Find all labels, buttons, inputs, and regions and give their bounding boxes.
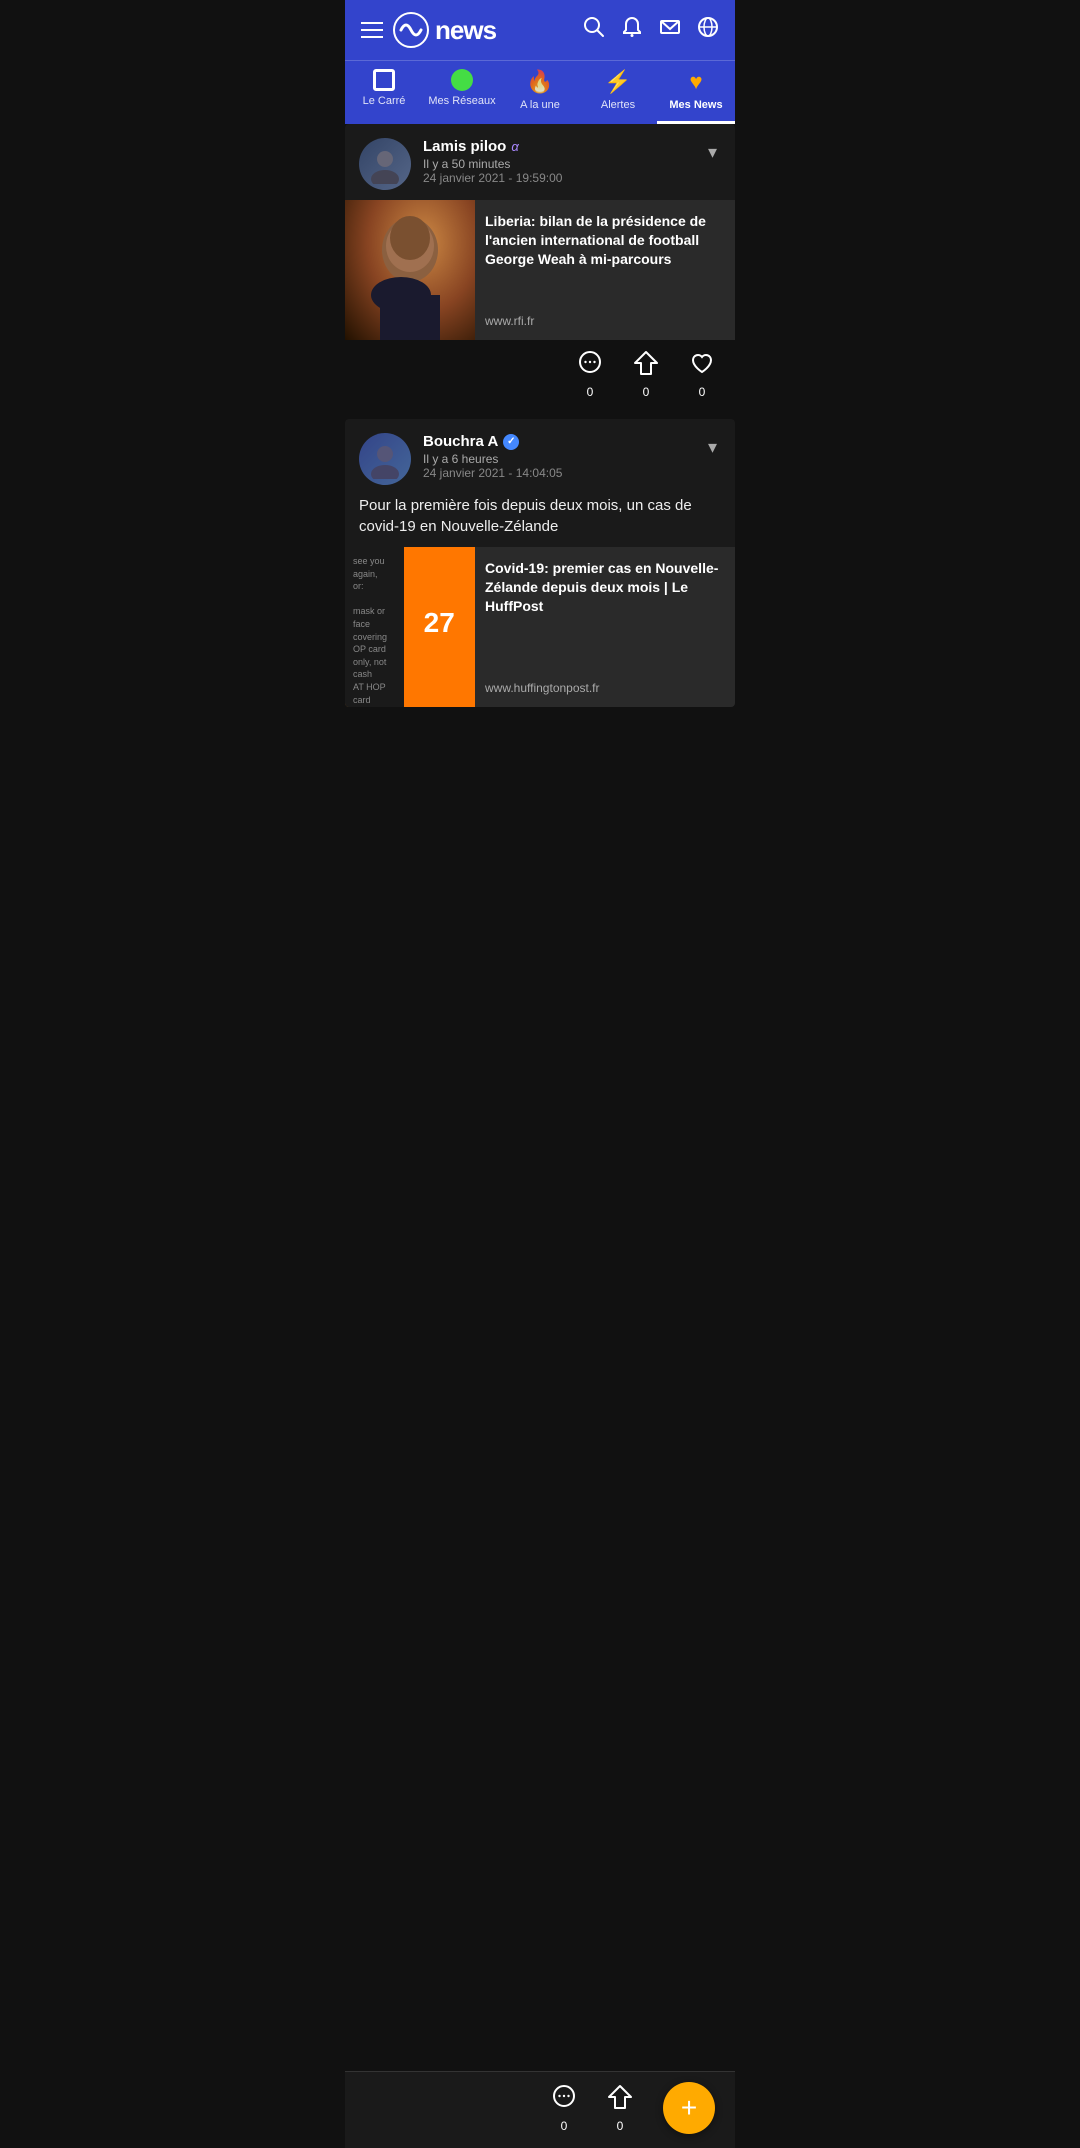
nz-image: see you again,or:mask or face coveringOP… bbox=[345, 547, 475, 707]
avatar bbox=[359, 433, 411, 485]
post-date: 24 janvier 2021 - 19:59:00 bbox=[423, 171, 562, 185]
header-right bbox=[583, 16, 719, 44]
post-menu-button[interactable]: ▾ bbox=[704, 138, 721, 167]
logo-text: news bbox=[435, 15, 496, 46]
hamburger-menu-button[interactable] bbox=[361, 22, 383, 38]
post-time: Il y a 6 heures bbox=[423, 452, 562, 466]
author-alpha-badge: α bbox=[511, 139, 518, 154]
like-count: 0 bbox=[699, 385, 706, 399]
share-count: 0 bbox=[643, 385, 650, 399]
post-header: Lamis piloo α Il y a 50 minutes 24 janvi… bbox=[345, 124, 735, 200]
post-header-left: Bouchra A ✓ Il y a 6 heures 24 janvier 2… bbox=[359, 433, 562, 485]
post-header: Bouchra A ✓ Il y a 6 heures 24 janvier 2… bbox=[345, 419, 735, 495]
heart-icon: ♥ bbox=[689, 69, 702, 95]
feed: Lamis piloo α Il y a 50 minutes 24 janvi… bbox=[345, 124, 735, 797]
post-card: Lamis piloo α Il y a 50 minutes 24 janvi… bbox=[345, 124, 735, 409]
share-icon bbox=[633, 350, 659, 383]
bottom-comment-icon bbox=[551, 2084, 577, 2117]
post-date: 24 janvier 2021 - 14:04:05 bbox=[423, 466, 562, 480]
share-action[interactable]: 0 bbox=[633, 350, 659, 399]
fab-button[interactable]: + bbox=[663, 2082, 715, 2134]
news-link-source: www.huffingtonpost.fr bbox=[485, 681, 725, 695]
logo-icon bbox=[393, 12, 429, 48]
post-time: Il y a 50 minutes bbox=[423, 157, 562, 171]
bottom-share-icon bbox=[607, 2084, 633, 2117]
lightning-icon: ⚡ bbox=[604, 69, 631, 95]
bottom-bar: 0 0 + bbox=[345, 2071, 735, 2148]
tab-alertes[interactable]: ⚡ Alertes bbox=[579, 61, 657, 124]
comment-icon bbox=[577, 350, 603, 383]
comment-count: 0 bbox=[587, 385, 594, 399]
mail-icon[interactable] bbox=[659, 16, 681, 44]
george-weah-image bbox=[345, 200, 475, 340]
notification-icon[interactable] bbox=[621, 16, 643, 44]
post-menu-button[interactable]: ▾ bbox=[704, 433, 721, 462]
post-meta: Bouchra A ✓ Il y a 6 heures 24 janvier 2… bbox=[423, 433, 562, 480]
green-dot-icon bbox=[451, 69, 473, 91]
logo: news bbox=[393, 12, 496, 48]
news-link-content: Covid-19: premier cas en Nouvelle-Zéland… bbox=[475, 547, 735, 707]
square-icon bbox=[373, 69, 395, 91]
like-icon bbox=[689, 350, 715, 383]
bottom-comment-count: 0 bbox=[561, 2119, 568, 2133]
verified-badge: ✓ bbox=[503, 434, 519, 450]
post-author: Bouchra A ✓ bbox=[423, 433, 562, 450]
tab-le-carre[interactable]: Le Carré bbox=[345, 61, 423, 124]
post-actions: 0 0 0 bbox=[345, 340, 735, 409]
news-link-card[interactable]: see you again,or:mask or face coveringOP… bbox=[345, 547, 735, 707]
news-link-content: Liberia: bilan de la présidence de l'anc… bbox=[475, 200, 735, 340]
tab-mes-news[interactable]: ♥ Mes News bbox=[657, 61, 735, 124]
news-link-source: www.rfi.fr bbox=[485, 314, 725, 328]
globe-icon[interactable] bbox=[697, 16, 719, 44]
news-link-image bbox=[345, 200, 475, 340]
post-card: Bouchra A ✓ Il y a 6 heures 24 janvier 2… bbox=[345, 419, 735, 707]
header: news bbox=[345, 0, 735, 60]
bottom-share-action[interactable]: 0 bbox=[607, 2084, 633, 2133]
news-link-title: Liberia: bilan de la présidence de l'anc… bbox=[485, 212, 725, 269]
news-link-title: Covid-19: premier cas en Nouvelle-Zéland… bbox=[485, 559, 725, 616]
avatar bbox=[359, 138, 411, 190]
header-left: news bbox=[361, 12, 496, 48]
bottom-share-count: 0 bbox=[617, 2119, 624, 2133]
bottom-comment-action[interactable]: 0 bbox=[551, 2084, 577, 2133]
nav-tabs: Le Carré Mes Réseaux 🔥 A la une ⚡ Alerte… bbox=[345, 60, 735, 124]
news-link-card[interactable]: Liberia: bilan de la présidence de l'anc… bbox=[345, 200, 735, 340]
post-text: Pour la première fois depuis deux mois, … bbox=[345, 495, 735, 547]
comment-action[interactable]: 0 bbox=[577, 350, 603, 399]
post-author: Lamis piloo α bbox=[423, 138, 562, 155]
tab-mes-reseaux[interactable]: Mes Réseaux bbox=[423, 61, 501, 124]
fire-icon: 🔥 bbox=[526, 69, 553, 95]
news-link-image: see you again,or:mask or face coveringOP… bbox=[345, 547, 475, 707]
tab-a-la-une[interactable]: 🔥 A la une bbox=[501, 61, 579, 124]
post-meta: Lamis piloo α Il y a 50 minutes 24 janvi… bbox=[423, 138, 562, 185]
search-icon[interactable] bbox=[583, 16, 605, 44]
post-header-left: Lamis piloo α Il y a 50 minutes 24 janvi… bbox=[359, 138, 562, 190]
like-action[interactable]: 0 bbox=[689, 350, 715, 399]
